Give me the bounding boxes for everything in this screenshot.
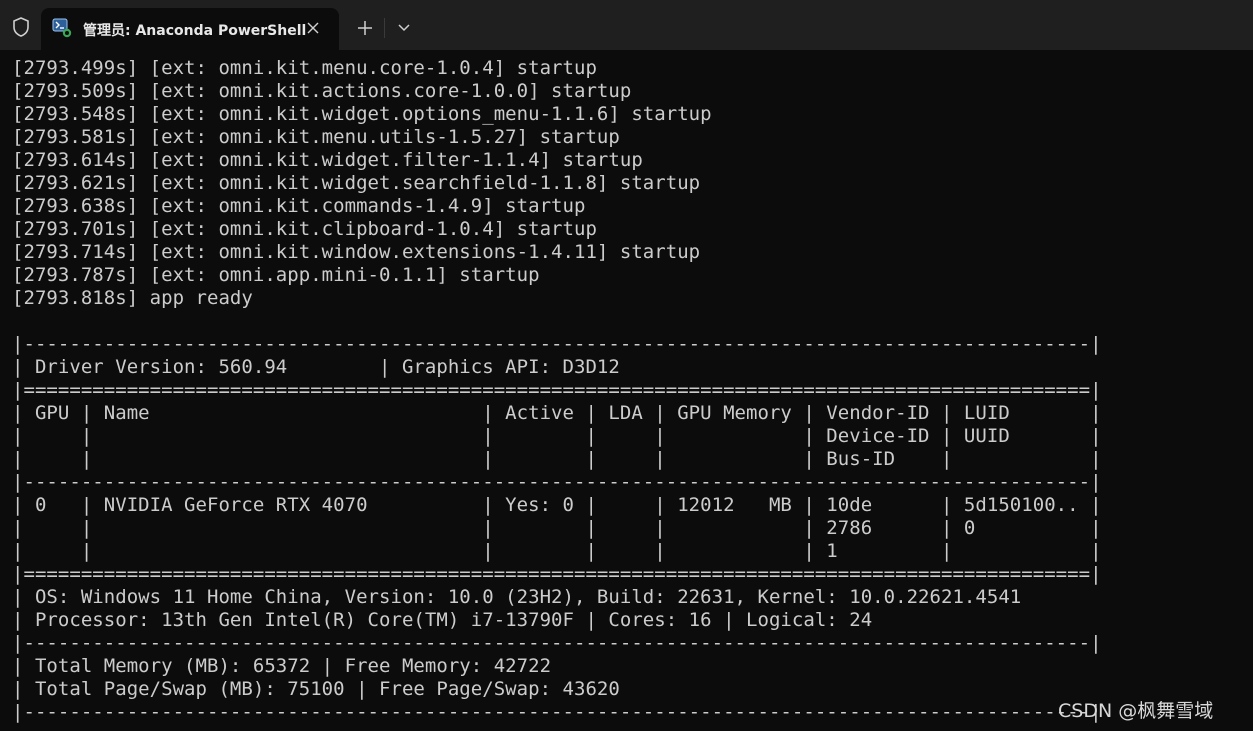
terminal-line: [2793.614s] [ext: omni.kit.widget.filter… [12,149,643,171]
terminal-line: [2793.548s] [ext: omni.kit.widget.option… [12,103,712,125]
terminal-line: | | | | | | 1 | | [12,540,1102,562]
terminal-line: |---------------------------------------… [12,701,1102,723]
terminal-line: |---------------------------------------… [12,632,1102,654]
terminal-line: [2793.621s] [ext: omni.kit.widget.search… [12,172,701,194]
terminal-line: | Total Memory (MB): 65372 | Free Memory… [12,655,552,677]
tab-title: 管理员: Anaconda PowerShell [83,23,307,39]
terminal-line: [2793.638s] [ext: omni.kit.commands-1.4.… [12,195,586,217]
terminal-line: | GPU | Name | Active | LDA | GPU Memory… [12,402,1102,424]
terminal-line: [2793.509s] [ext: omni.kit.actions.core-… [12,80,632,102]
toolbar-divider [384,18,385,38]
terminal-line: |=======================================… [12,379,1102,401]
plus-icon[interactable] [352,15,378,41]
terminal-line: [2793.581s] [ext: omni.kit.menu.utils-1.… [12,126,620,148]
terminal-output[interactable]: [2793.499s] [ext: omni.kit.menu.core-1.0… [0,50,1253,731]
chevron-down-icon[interactable] [391,15,417,41]
terminal-line: | | | | | | Device-ID | UUID | [12,425,1102,447]
terminal-line: [2793.787s] [ext: omni.app.mini-0.1.1] s… [12,264,540,286]
terminal-line: | | | | | | 2786 | 0 | [12,517,1102,539]
terminal-line: | Driver Version: 560.94 | Graphics API:… [12,356,620,378]
close-icon[interactable] [303,18,323,38]
shield-icon[interactable] [10,16,32,38]
terminal-line: | 0 | NVIDIA GeForce RTX 4070 | Yes: 0 |… [12,494,1102,516]
title-bar: 管理员: Anaconda PowerShell [0,0,1253,50]
terminal-line: | | | | | | Bus-ID | | [12,448,1102,470]
powershell-icon [52,18,72,38]
terminal-line: [2793.818s] app ready [12,287,253,309]
terminal-line: |---------------------------------------… [12,471,1102,493]
terminal-line: [2793.714s] [ext: omni.kit.window.extens… [12,241,701,263]
terminal-line: [2793.701s] [ext: omni.kit.clipboard-1.0… [12,218,597,240]
watermark: CSDN @枫舞雪域 [1058,700,1214,722]
terminal-line: | OS: Windows 11 Home China, Version: 10… [12,586,1022,608]
terminal-line: [2793.499s] [ext: omni.kit.menu.core-1.0… [12,57,597,79]
terminal-line: |---------------------------------------… [12,333,1102,355]
tab-anaconda-powershell[interactable]: 管理员: Anaconda PowerShell [41,8,339,50]
terminal-line: | Total Page/Swap (MB): 75100 | Free Pag… [12,678,620,700]
terminal-line: | Processor: 13th Gen Intel(R) Core(TM) … [12,609,873,631]
terminal-line: |=======================================… [12,563,1102,585]
